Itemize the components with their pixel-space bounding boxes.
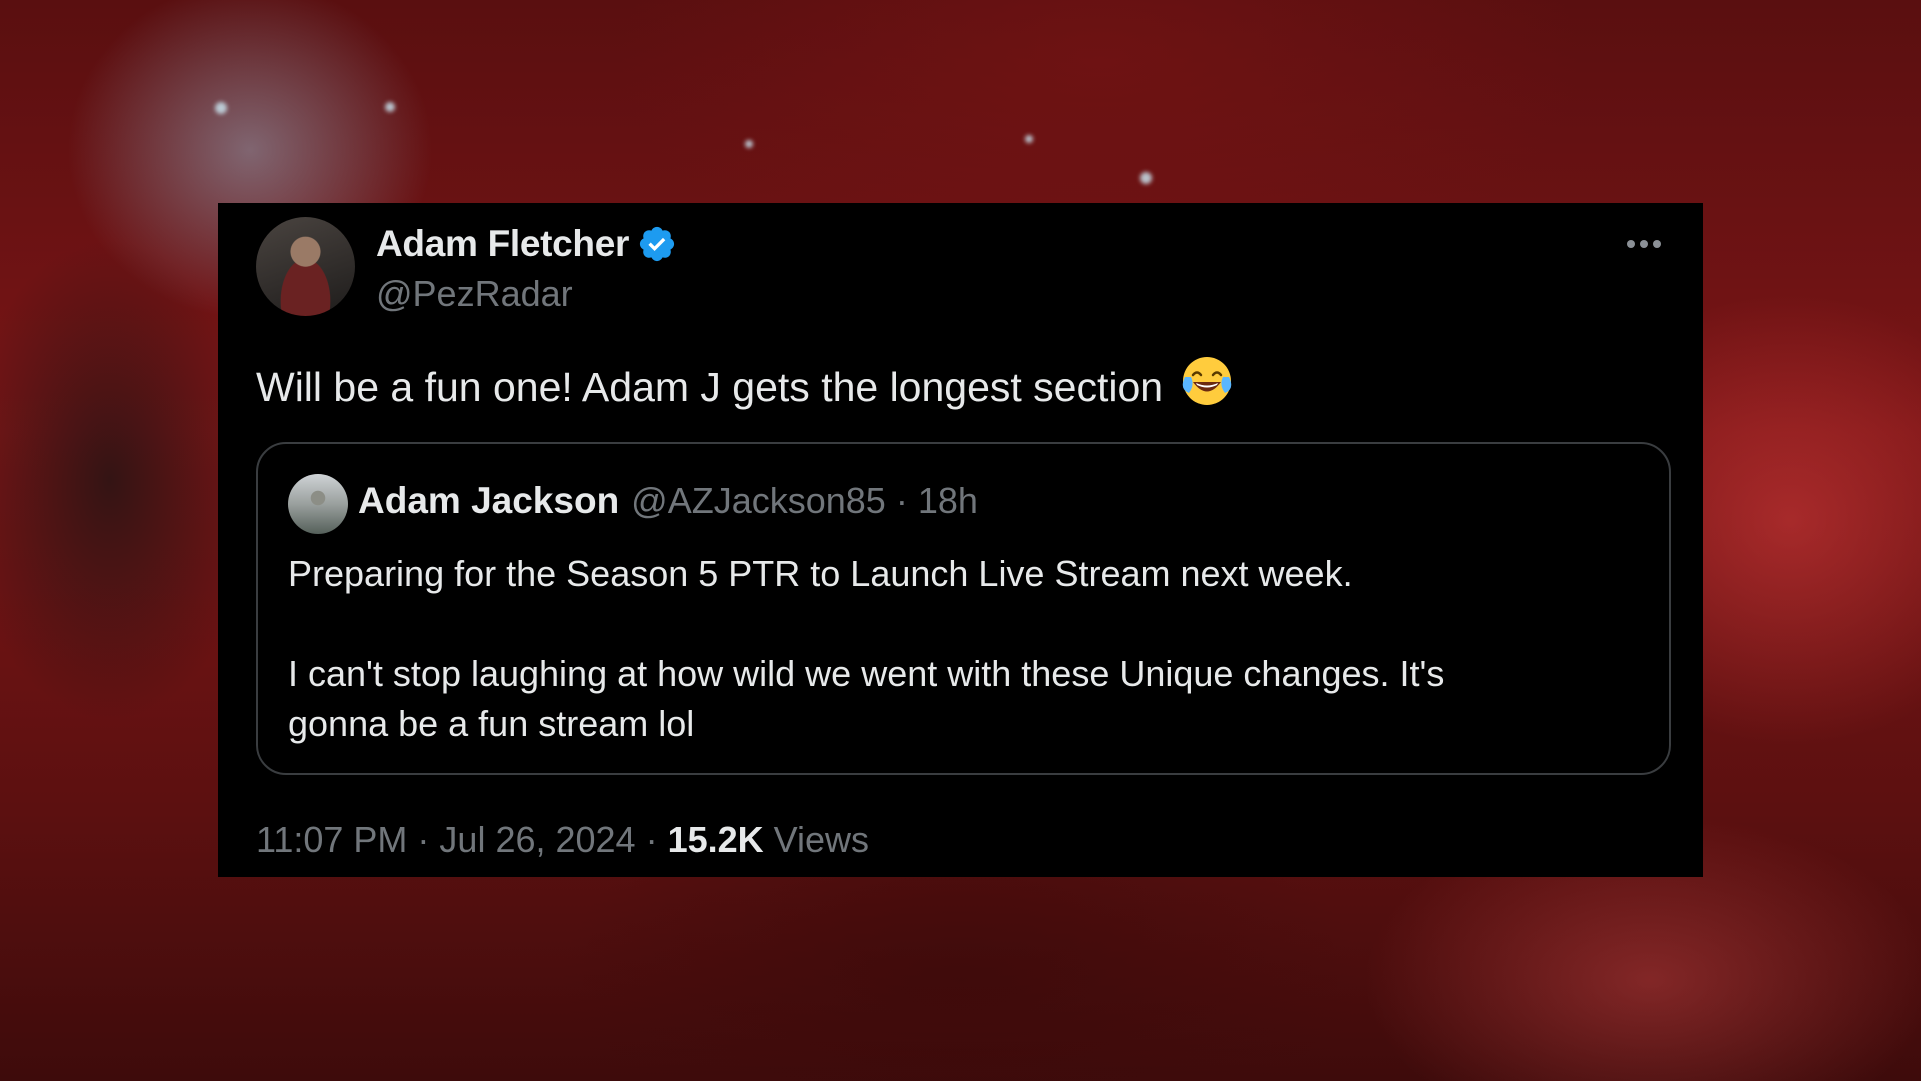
quoted-tweet-age[interactable]: 18h xyxy=(918,480,978,522)
tweet-meta: 11:07 PM · Jul 26, 2024 · 15.2K Views xyxy=(256,819,869,861)
background-sparkle xyxy=(215,102,227,114)
quoted-author-name[interactable]: Adam Jackson xyxy=(358,480,619,522)
verified-badge-icon xyxy=(637,224,677,264)
tweet-card: Adam Fletcher @PezRadar Will be a fun on… xyxy=(218,203,1703,877)
author-name[interactable]: Adam Fletcher xyxy=(376,223,629,265)
tweet-text-content: Will be a fun one! Adam J gets the longe… xyxy=(256,364,1164,410)
quoted-paragraph-line: I can't stop laughing at how wild we wen… xyxy=(288,653,1445,694)
quoted-paragraph-line: gonna be a fun stream lol xyxy=(288,703,695,744)
quoted-author-avatar[interactable] xyxy=(288,474,348,534)
quoted-tweet-body: Preparing for the Season 5 PTR to Launch… xyxy=(288,549,1648,749)
views-count[interactable]: 15.2K xyxy=(668,819,764,861)
author-avatar[interactable] xyxy=(256,217,355,316)
tweet-date[interactable]: Jul 26, 2024 xyxy=(439,819,635,861)
quoted-tweet-header: Adam Jackson @AZJackson85 · 18h xyxy=(358,480,978,522)
author-name-row: Adam Fletcher xyxy=(376,223,677,265)
quoted-header-separator: · xyxy=(895,480,908,521)
background-sparkle xyxy=(1025,135,1033,143)
views-label: Views xyxy=(773,819,870,860)
meta-separator: · xyxy=(645,819,658,860)
author-handle[interactable]: @PezRadar xyxy=(376,273,573,315)
tweet-text: Will be a fun one! Adam J gets the longe… xyxy=(256,355,1233,417)
tweet-time[interactable]: 11:07 PM xyxy=(256,819,407,861)
quoted-paragraph: Preparing for the Season 5 PTR to Launch… xyxy=(288,553,1353,594)
background-sparkle xyxy=(745,140,753,148)
background-sparkle xyxy=(1140,172,1152,184)
face-with-tears-of-joy-icon xyxy=(1181,355,1233,417)
background-sparkle xyxy=(385,102,395,112)
quoted-author-handle[interactable]: @AZJackson85 xyxy=(631,480,886,522)
more-options-icon[interactable] xyxy=(1627,229,1667,259)
meta-separator: · xyxy=(417,819,430,860)
quoted-tweet[interactable]: Adam Jackson @AZJackson85 · 18h Preparin… xyxy=(256,442,1671,775)
